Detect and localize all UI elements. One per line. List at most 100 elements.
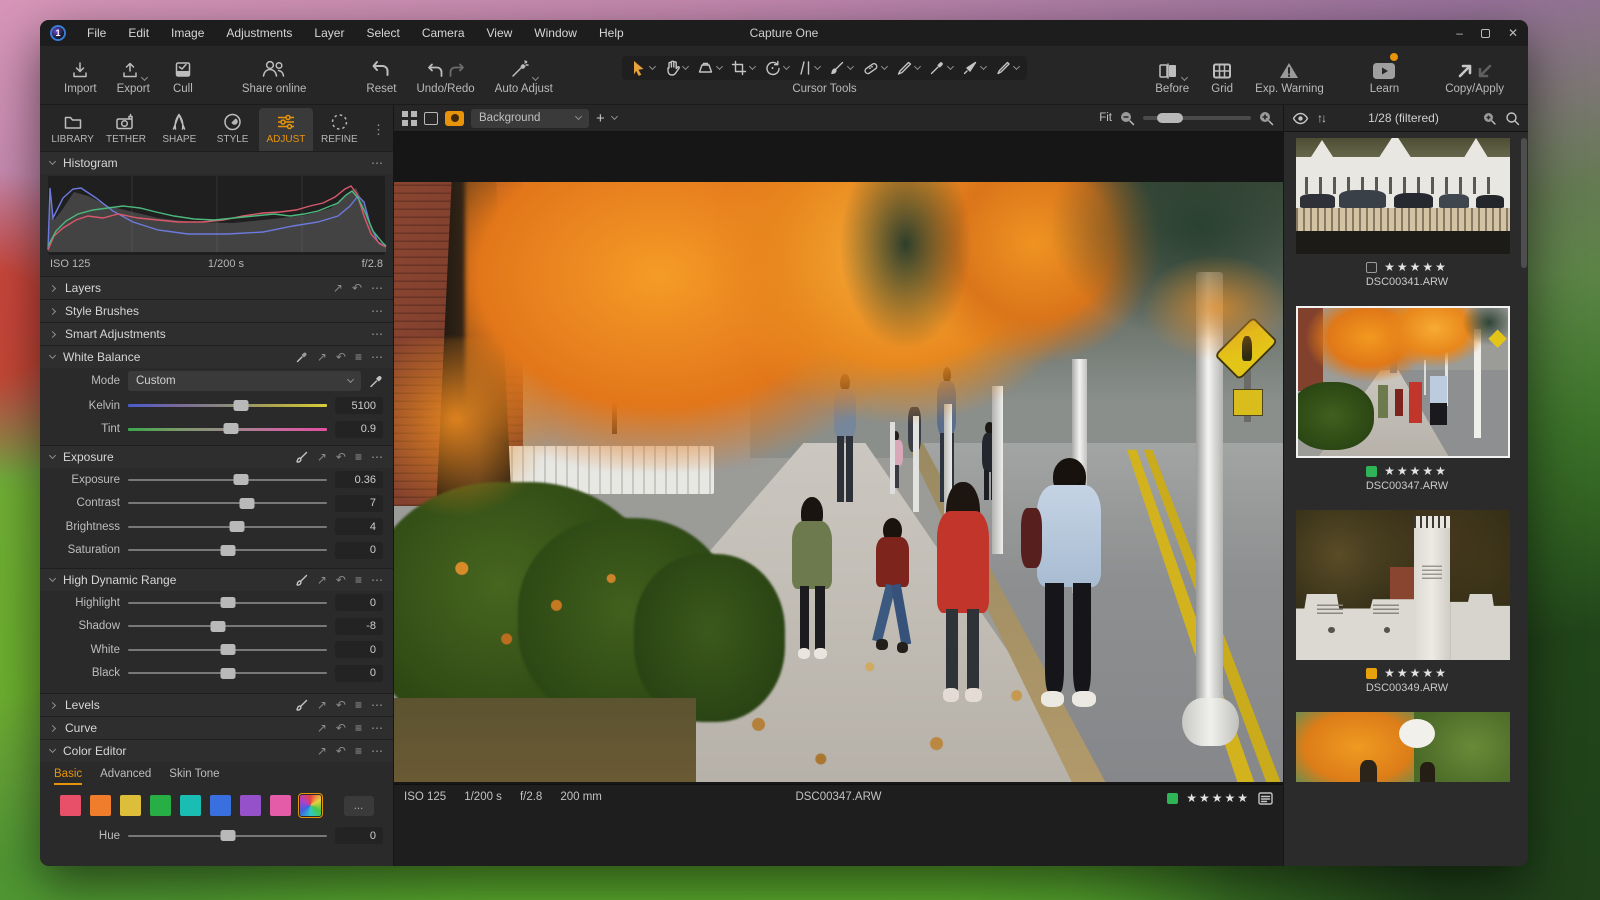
color-editor-tab-basic[interactable]: Basic xyxy=(54,768,82,785)
swatch-purple[interactable] xyxy=(240,795,261,816)
levels-reset-icon[interactable]: ↶ xyxy=(336,698,346,712)
cursor-tool-straighten[interactable] xyxy=(798,60,820,76)
levels-presets-icon[interactable]: ≡ xyxy=(355,698,362,712)
curve-presets-icon[interactable]: ≡ xyxy=(355,721,362,735)
browser-scrollbar[interactable] xyxy=(1521,138,1527,866)
color-editor-more-icon[interactable]: ⋯ xyxy=(371,744,383,758)
minimize-button[interactable]: – xyxy=(1456,26,1463,40)
swatch-blue[interactable] xyxy=(210,795,231,816)
curve-header[interactable]: Curve ↗ ↶ ≡ ⋯ xyxy=(40,717,393,739)
menu-window[interactable]: Window xyxy=(525,24,586,42)
exposure-value[interactable]: 0.36 xyxy=(335,471,383,488)
menu-view[interactable]: View xyxy=(478,24,522,42)
zoom-in-icon[interactable] xyxy=(1258,110,1275,126)
levels-brush-icon[interactable] xyxy=(296,699,308,711)
color-editor-presets-icon[interactable]: ≡ xyxy=(355,744,362,758)
main-photo[interactable] xyxy=(394,182,1283,782)
undo-redo-button[interactable]: Undo/Redo xyxy=(406,56,484,95)
exposure-brush-icon[interactable] xyxy=(296,451,308,463)
thumbnail-dsc00347[interactable]: ★★★★★ DSC00347.ARW xyxy=(1296,306,1518,492)
shadow-slider[interactable] xyxy=(128,625,327,627)
import-button[interactable]: Import xyxy=(54,56,107,95)
wb-tint-value[interactable]: 0.9 xyxy=(335,421,383,438)
cull-button[interactable]: Cull xyxy=(160,56,206,95)
hdr-reset-icon[interactable]: ↶ xyxy=(336,573,346,587)
cursor-tool-loupe[interactable] xyxy=(697,60,722,76)
swatch-teal[interactable] xyxy=(180,795,201,816)
black-slider[interactable] xyxy=(128,672,327,674)
thumb-star-rating[interactable]: ★★★★★ xyxy=(1384,260,1448,274)
hdr-more-icon[interactable]: ⋯ xyxy=(371,573,383,587)
exposure-slider[interactable] xyxy=(128,479,327,481)
cursor-tool-select[interactable] xyxy=(630,59,655,77)
swatch-orange[interactable] xyxy=(90,795,111,816)
thumbnail-partial[interactable] xyxy=(1296,712,1518,782)
thumb-star-rating[interactable]: ★★★★★ xyxy=(1384,464,1448,478)
exposure-copy-icon[interactable]: ↗ xyxy=(317,450,327,464)
brightness-slider[interactable] xyxy=(128,526,327,528)
layers-reset-icon[interactable]: ↶ xyxy=(352,281,362,295)
menu-camera[interactable]: Camera xyxy=(413,24,474,42)
swatch-yellow[interactable] xyxy=(120,795,141,816)
histogram-header[interactable]: Histogram ⋯ xyxy=(40,152,393,174)
multi-view-icon[interactable] xyxy=(402,111,417,126)
zoom-slider[interactable] xyxy=(1143,116,1251,120)
cursor-tool-draw-mask[interactable] xyxy=(962,60,986,76)
share-online-button[interactable]: Share online xyxy=(232,56,317,95)
status-list-icon[interactable] xyxy=(1258,792,1273,805)
cursor-tool-erase[interactable] xyxy=(896,60,920,76)
levels-header[interactable]: Levels ↗ ↶ ≡ ⋯ xyxy=(40,694,393,716)
swatch-spectrum[interactable] xyxy=(300,795,321,816)
panel-menu-dots-icon[interactable]: ⋮ xyxy=(366,122,391,138)
cursor-tool-crop[interactable] xyxy=(731,60,755,76)
tab-library[interactable]: LIBRARY xyxy=(46,108,99,151)
menu-help[interactable]: Help xyxy=(590,24,633,42)
shadow-value[interactable]: -8 xyxy=(335,618,383,635)
cursor-tool-heal[interactable] xyxy=(862,60,887,76)
exposure-warning-button[interactable]: Exp. Warning xyxy=(1245,56,1334,95)
zoom-out-icon[interactable] xyxy=(1119,110,1136,126)
levels-more-icon[interactable]: ⋯ xyxy=(371,698,383,712)
export-button[interactable]: Export xyxy=(107,56,160,95)
thumbnail-dsc00349[interactable]: ★★★★★ DSC00349.ARW xyxy=(1296,510,1518,694)
layers-more-icon[interactable]: ⋯ xyxy=(371,281,383,295)
curve-reset-icon[interactable]: ↶ xyxy=(336,721,346,735)
status-star-rating[interactable]: ★★★★★ xyxy=(1186,791,1250,805)
tab-shape[interactable]: SHAPE xyxy=(153,108,206,151)
hue-slider[interactable] xyxy=(128,835,327,837)
smart-adjustments-header[interactable]: Smart Adjustments ⋯ xyxy=(40,323,393,345)
contrast-slider[interactable] xyxy=(128,502,327,504)
browser-zoom-icon[interactable] xyxy=(1482,111,1497,126)
swatch-green[interactable] xyxy=(150,795,171,816)
saturation-value[interactable]: 0 xyxy=(335,542,383,559)
hdr-copy-icon[interactable]: ↗ xyxy=(317,573,327,587)
wb-more-icon[interactable]: ⋯ xyxy=(371,350,383,364)
menu-image[interactable]: Image xyxy=(162,24,213,42)
hdr-header[interactable]: High Dynamic Range ↗ ↶ ≡ ⋯ xyxy=(40,569,393,591)
tab-adjust[interactable]: ADJUST xyxy=(259,108,312,151)
layer-dropdown[interactable]: Background xyxy=(471,109,589,128)
color-tag-checkbox-green[interactable] xyxy=(1366,466,1377,477)
copy-apply-button[interactable]: Copy/Apply xyxy=(1435,56,1514,95)
menu-layer[interactable]: Layer xyxy=(305,24,353,42)
wb-picker-icon[interactable] xyxy=(296,351,308,363)
tab-refine[interactable]: REFINE xyxy=(313,108,366,151)
swatch-more-button[interactable]: ... xyxy=(344,796,374,816)
white-slider[interactable] xyxy=(128,649,327,651)
learn-button[interactable]: Learn xyxy=(1360,56,1409,95)
auto-adjust-button[interactable]: Auto Adjust xyxy=(485,56,563,95)
swatch-red[interactable] xyxy=(60,795,81,816)
color-tag-checkbox[interactable] xyxy=(1366,262,1377,273)
highlight-value[interactable]: 0 xyxy=(335,594,383,611)
exposure-header[interactable]: Exposure ↗ ↶ ≡ ⋯ xyxy=(40,446,393,468)
eye-icon[interactable] xyxy=(1292,112,1309,125)
brightness-value[interactable]: 4 xyxy=(335,518,383,535)
before-button[interactable]: Before xyxy=(1145,56,1199,95)
swatch-magenta[interactable] xyxy=(270,795,291,816)
single-view-icon[interactable] xyxy=(424,112,438,125)
menu-select[interactable]: Select xyxy=(357,24,408,42)
add-layer-chevron-icon[interactable] xyxy=(611,113,618,120)
wb-mode-select[interactable]: Custom xyxy=(128,371,361,391)
wb-kelvin-slider[interactable] xyxy=(128,404,327,407)
curve-more-icon[interactable]: ⋯ xyxy=(371,721,383,735)
